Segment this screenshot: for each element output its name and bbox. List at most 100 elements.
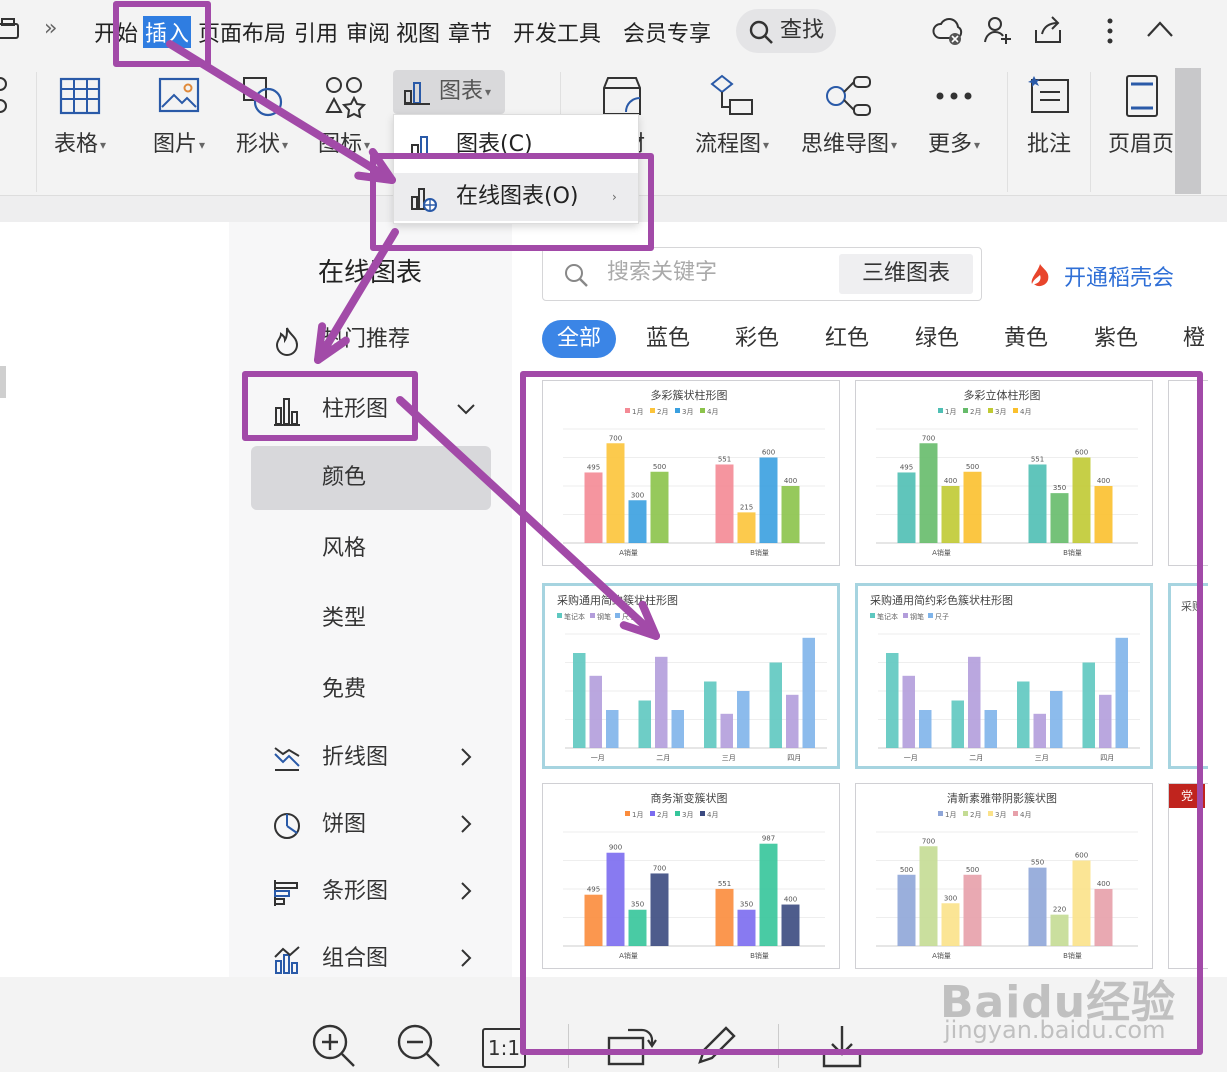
flowchart-icon — [710, 74, 754, 115]
menu-overflow-icon[interactable]: » — [44, 16, 57, 41]
menu-references[interactable]: 引用 — [294, 16, 338, 48]
template-card[interactable]: 多彩簇状柱形图 1月 2月 3月 4月 495 700 300 500 A销量 551 215 600 4… — [542, 380, 840, 566]
color-tab-red[interactable]: 红色 — [825, 320, 869, 358]
chart-bar — [737, 909, 756, 946]
shape-icon — [243, 77, 283, 117]
download-icon[interactable] — [820, 1022, 864, 1068]
menu-item-online-chart[interactable]: 在线图表(O) › — [394, 173, 638, 221]
template-card-partial[interactable] — [1168, 380, 1208, 566]
template-card[interactable]: 采购通用简约彩色簇状柱形图 笔记本 钢笔 尺子 一月 二月 三月 四月 — [855, 583, 1153, 769]
category-bar[interactable]: 条形图 — [229, 866, 512, 918]
legend-label: 钢笔 — [597, 612, 611, 621]
data-label: 600 — [1075, 449, 1088, 457]
category-pie[interactable]: 饼图 — [229, 799, 512, 851]
chevron-right-icon — [461, 748, 472, 766]
cloud-sync-icon[interactable] — [932, 14, 966, 48]
icons-button[interactable]: 图标 ▾ — [318, 74, 370, 158]
color-tab-yellow[interactable]: 黄色 — [1004, 320, 1048, 358]
mindmap-button[interactable]: 思维导图 ▾ — [801, 74, 897, 158]
partial-tile-badge: 党 — [1169, 784, 1205, 808]
color-tab-multicolor[interactable]: 彩色 — [735, 320, 779, 358]
legend-label: 4月 — [1020, 408, 1031, 416]
chart-bar — [769, 662, 782, 748]
legend-swatch — [1013, 408, 1018, 413]
menu-insert[interactable]: 插入 — [143, 16, 192, 48]
template-card[interactable]: 多彩立体柱形图 1月 2月 3月 4月 495 700 400 500 A销量 551 350 600 4… — [855, 380, 1153, 566]
template-card[interactable]: 商务渐变簇状图 1月 2月 3月 4月 495 900 350 700 A销量 551 350 987 4… — [542, 783, 840, 969]
menu-view[interactable]: 视图 — [396, 16, 440, 48]
legend-label: 3月 — [682, 408, 693, 416]
collapse-ribbon-icon[interactable] — [1146, 20, 1174, 38]
more-button[interactable]: 更多 ▾ — [928, 74, 980, 158]
tag-3d-charts[interactable]: 三维图表 — [839, 254, 973, 294]
edit-pen-icon[interactable] — [694, 1022, 740, 1068]
line-chart-icon — [274, 747, 300, 771]
flowchart-button[interactable]: 流程图 ▾ — [695, 74, 769, 158]
document-page[interactable] — [0, 222, 229, 977]
data-label: 700 — [653, 864, 666, 872]
print-icon[interactable] — [0, 18, 22, 44]
color-tab-blue[interactable]: 蓝色 — [646, 320, 690, 358]
category-column[interactable]: 柱形图 — [229, 384, 512, 436]
share-icon[interactable] — [1032, 14, 1064, 46]
find-label: 查找 — [780, 18, 825, 43]
menu-item-chart[interactable]: 图表(C) — [394, 121, 638, 169]
color-tab-orange[interactable]: 橙 — [1183, 320, 1205, 358]
keyword-search-input[interactable] — [607, 260, 827, 285]
subitem-color[interactable]: 颜色 — [251, 446, 491, 510]
chart-bar — [802, 637, 815, 748]
more-icon — [936, 92, 972, 100]
data-label: 350 — [631, 901, 644, 909]
menu-developer[interactable]: 开发工具 — [513, 16, 601, 48]
bar-chart-icon — [404, 82, 430, 105]
ribbon-scroll-handle[interactable] — [1175, 68, 1201, 194]
menu-member[interactable]: 会员专享 — [623, 16, 711, 48]
comment-button[interactable]: 批注 — [1026, 74, 1072, 158]
zoom-in-icon[interactable] — [310, 1022, 356, 1068]
chart-bar — [897, 472, 916, 543]
legend-swatch — [700, 408, 705, 413]
chart-button[interactable]: 图表 ▾ — [393, 70, 505, 114]
color-tab-green[interactable]: 绿色 — [915, 320, 959, 358]
keyword-search-box[interactable]: 三维图表 — [542, 247, 982, 301]
subitem-type[interactable]: 类型 — [251, 587, 491, 651]
category-line[interactable]: 折线图 — [229, 732, 512, 784]
rotate-icon[interactable] — [606, 1022, 658, 1068]
template-card-partial[interactable]: 党 — [1168, 783, 1208, 969]
template-card-partial[interactable]: 采购 — [1168, 583, 1208, 769]
subitem-free[interactable]: 免费 — [251, 658, 491, 722]
chevron-down-icon: ▾ — [974, 138, 981, 152]
actual-size-button[interactable]: 1:1 — [482, 1028, 526, 1068]
zoom-out-icon[interactable] — [395, 1022, 441, 1068]
menu-chapter[interactable]: 章节 — [448, 16, 492, 48]
chart-bar — [671, 710, 684, 748]
chevron-down-icon: ▾ — [485, 85, 492, 99]
add-user-icon[interactable] — [982, 14, 1014, 46]
color-tab-purple[interactable]: 紫色 — [1094, 320, 1138, 358]
legend-label: 笔记本 — [564, 612, 585, 621]
find-button[interactable]: 查找 — [736, 9, 836, 53]
color-tab-all[interactable]: 全部 — [542, 320, 616, 358]
more-vertical-icon[interactable] — [1106, 18, 1114, 44]
template-card[interactable]: 清新素雅带阴影簇状图 1月 2月 3月 4月 500 700 300 500 A销量 550 220 6… — [855, 783, 1153, 969]
chevron-right-icon — [461, 815, 472, 833]
legend-swatch — [928, 613, 933, 618]
table-icon — [59, 77, 101, 115]
subitem-style[interactable]: 风格 — [251, 517, 491, 581]
chart-bar — [1094, 486, 1113, 543]
legend-label: 4月 — [707, 811, 718, 819]
picture-button[interactable]: 图片 ▾ — [153, 74, 205, 158]
menu-start[interactable]: 开始 — [94, 16, 138, 48]
docer-vip-link[interactable]: 开通稻壳会 — [1031, 260, 1174, 292]
category-label: B销量 — [750, 548, 769, 557]
chart-bar — [941, 486, 960, 543]
chart-bar — [584, 472, 603, 543]
menu-review[interactable]: 审阅 — [346, 16, 390, 48]
table-button[interactable]: 表格 ▾ — [54, 74, 106, 158]
legend-label: 4月 — [1020, 811, 1031, 819]
header-footer-button[interactable]: 页眉页 — [1108, 74, 1174, 158]
category-hot[interactable]: 热门推荐 — [229, 314, 512, 366]
menu-page-layout[interactable]: 页面布局 — [198, 16, 286, 48]
template-card[interactable]: 采购通用简约簇状柱形图 笔记本 钢笔 尺子 一月 二月 三月 四月 — [542, 583, 840, 769]
shape-button[interactable]: 形状 ▾ — [236, 74, 288, 158]
